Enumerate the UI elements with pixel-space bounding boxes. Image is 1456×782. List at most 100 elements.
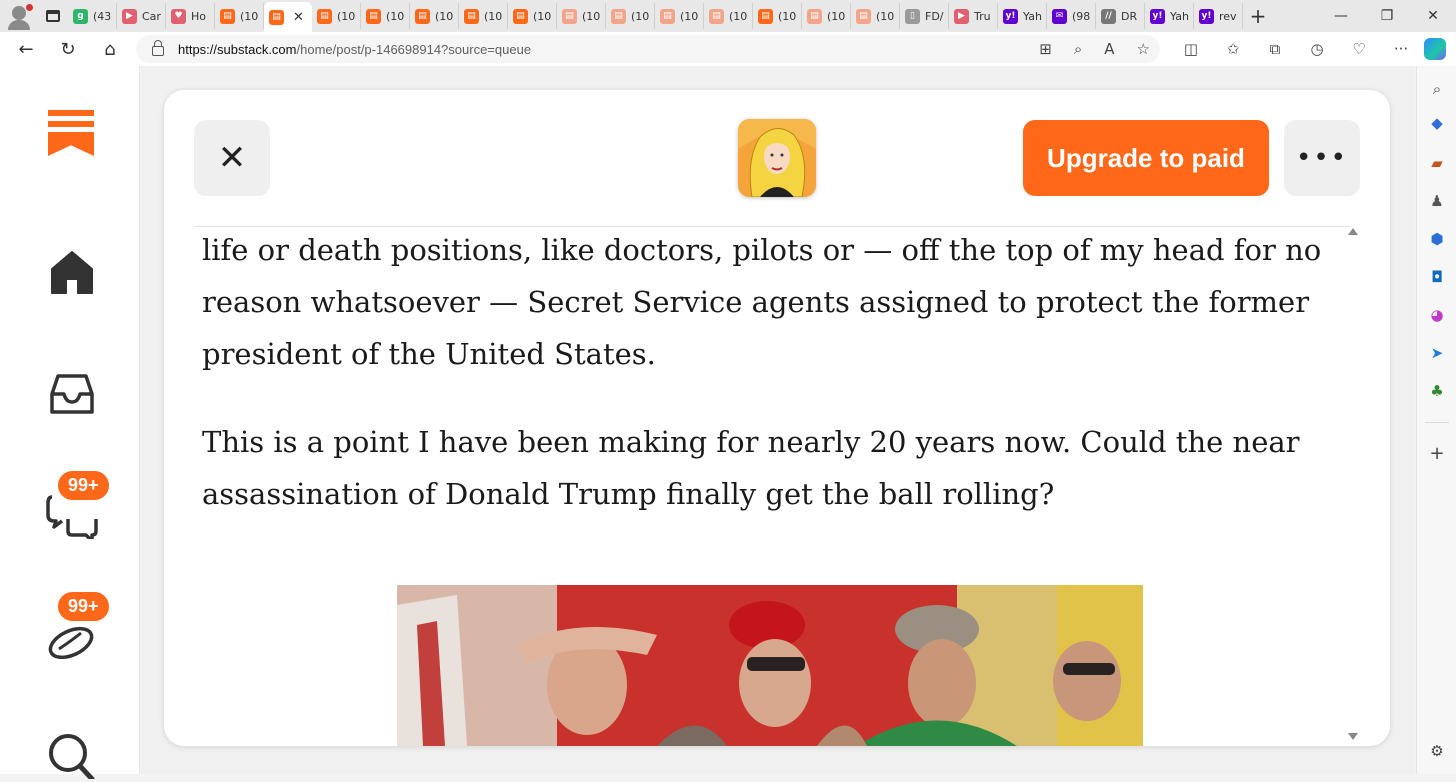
tab-favicon-icon: g — [73, 8, 88, 24]
browser-tab[interactable]: ▤ (10 — [459, 3, 508, 29]
tab-favicon-icon: // — [1101, 8, 1116, 24]
browser-tab[interactable]: ▤ ✕ — [264, 2, 312, 32]
close-window-button[interactable]: ✕ — [1410, 0, 1456, 32]
tab-label: (10 — [582, 9, 601, 23]
substack-logo-icon[interactable] — [48, 110, 94, 156]
home-icon[interactable] — [44, 244, 100, 300]
minimize-button[interactable]: — — [1318, 0, 1364, 32]
tab-label: Yah — [1023, 9, 1042, 23]
back-button[interactable]: ← — [5, 32, 47, 66]
activity-badge: 99+ — [56, 590, 111, 623]
browser-tab[interactable]: ▤ (10 — [215, 3, 264, 29]
tab-favicon-icon: ▯ — [905, 8, 920, 24]
tab-favicon-icon: ▤ — [366, 8, 381, 24]
publication-avatar[interactable] — [738, 119, 816, 197]
tab-label: (10 — [533, 9, 552, 23]
collections-icon[interactable]: ⧉ — [1254, 40, 1296, 58]
url-text[interactable]: https://substack.com/home/post/p-1466989… — [178, 42, 531, 57]
lock-icon[interactable] — [152, 40, 164, 56]
send-icon[interactable]: ➤ — [1428, 344, 1446, 362]
browser-tab[interactable]: ▤ (10 — [410, 3, 459, 29]
browser-tab[interactable]: y! Yah — [998, 3, 1047, 29]
sidebar-divider — [1425, 422, 1449, 423]
browser-tab[interactable]: ▤ (10 — [851, 3, 900, 29]
address-bar[interactable]: https://substack.com/home/post/p-1466989… — [136, 35, 1160, 63]
tab-label: (10 — [240, 9, 259, 23]
browser-tab[interactable]: ▤ (10 — [508, 3, 557, 29]
tab-favicon-icon: ▤ — [709, 8, 724, 24]
app-available-icon[interactable]: ⊞ — [1039, 40, 1052, 58]
content-scrollbar[interactable] — [1348, 226, 1358, 746]
settings-more-icon[interactable]: ··· — [1380, 40, 1422, 58]
search-sidebar-icon[interactable]: ⌕ — [1428, 80, 1446, 98]
tab-favicon-icon: ✉ — [1052, 8, 1067, 24]
upgrade-to-paid-button[interactable]: Upgrade to paid — [1023, 120, 1269, 196]
sidebar-settings-icon[interactable]: ⚙ — [1428, 742, 1446, 760]
tab-favicon-icon: ▤ — [856, 8, 871, 24]
browser-tab[interactable]: // DR — [1096, 3, 1145, 29]
tab-actions-icon[interactable] — [38, 0, 68, 32]
tools-icon[interactable]: ▰ — [1428, 154, 1446, 172]
restore-button[interactable]: ❐ — [1364, 0, 1410, 32]
browser-tab[interactable]: y! rev — [1194, 3, 1243, 29]
browser-tab[interactable]: g (43 — [68, 3, 117, 29]
scroll-down-icon[interactable] — [1348, 733, 1358, 740]
tab-favicon-icon: ▶ — [122, 8, 137, 24]
favorites-icon[interactable]: ✩ — [1212, 40, 1254, 58]
chat-badge: 99+ — [56, 469, 111, 502]
browser-tab[interactable]: ▤ (10 — [802, 3, 851, 29]
more-options-button[interactable]: ••• — [1284, 120, 1360, 196]
edge-sidebar: ⌕ ◆ ▰ ♟ ⬢ ◘ ◕ ➤ ♣ + ⚙ — [1416, 66, 1456, 774]
tab-label: Tru — [974, 9, 991, 23]
tab-favicon-icon: ▤ — [562, 8, 577, 24]
browser-tab[interactable]: ▤ (10 — [753, 3, 802, 29]
refresh-button[interactable]: ↻ — [47, 32, 89, 66]
drop-icon[interactable]: ♣ — [1428, 382, 1446, 400]
browser-tab[interactable]: ♥ Ho — [166, 3, 215, 29]
tab-label: (43 — [93, 9, 112, 23]
browser-tab[interactable]: ✉ (98 — [1047, 3, 1096, 29]
favorite-star-icon[interactable]: ☆ — [1137, 40, 1150, 58]
home-button[interactable]: ⌂ — [89, 32, 131, 66]
browser-tab[interactable]: ▶ Car — [117, 3, 166, 29]
browser-tab[interactable]: ▤ (10 — [606, 3, 655, 29]
new-tab-button[interactable]: + — [1243, 4, 1273, 28]
article-image[interactable] — [397, 585, 1143, 746]
extensions-icon[interactable]: ♡ — [1338, 40, 1380, 58]
profile-icon[interactable] — [0, 0, 38, 32]
tab-label: FD/ — [925, 9, 944, 23]
zoom-icon[interactable]: ⌕ — [1074, 40, 1082, 58]
games-icon[interactable]: ♟ — [1428, 192, 1446, 210]
designer-icon[interactable]: ◕ — [1428, 306, 1446, 324]
browser-tab[interactable]: y! Yah — [1145, 3, 1194, 29]
shopping-icon[interactable]: ◆ — [1428, 114, 1446, 132]
browser-tab[interactable]: ▤ (10 — [704, 3, 753, 29]
article-paragraph: This is a point I have been making for n… — [202, 425, 1300, 511]
microsoft365-icon[interactable]: ⬢ — [1428, 230, 1446, 248]
add-sidebar-icon[interactable]: + — [1428, 443, 1446, 464]
tab-label: Ho — [191, 9, 207, 23]
outlook-icon[interactable]: ◘ — [1428, 268, 1446, 286]
tab-label: (98 — [1072, 9, 1091, 23]
split-screen-icon[interactable]: ◫ — [1170, 40, 1212, 58]
browser-tab[interactable]: ▤ (10 — [312, 3, 361, 29]
tab-favicon-icon: ▤ — [317, 8, 332, 24]
close-tab-icon[interactable]: ✕ — [293, 10, 304, 25]
tab-label: (10 — [435, 9, 454, 23]
history-icon[interactable]: ◷ — [1296, 40, 1338, 58]
tab-label: (10 — [631, 9, 650, 23]
browser-tab[interactable]: ▤ (10 — [557, 3, 606, 29]
copilot-icon[interactable] — [1424, 38, 1446, 60]
browser-tab[interactable]: ▯ FD/ — [900, 3, 949, 29]
browser-tab[interactable]: ▤ (10 — [361, 3, 410, 29]
browser-tab[interactable]: ▶ Tru — [949, 3, 998, 29]
tab-favicon-icon: ▤ — [660, 8, 675, 24]
tab-favicon-icon: ▶ — [954, 8, 969, 24]
close-post-button[interactable]: ✕ — [194, 120, 270, 196]
tab-favicon-icon: y! — [1150, 8, 1165, 24]
inbox-icon[interactable] — [44, 366, 100, 422]
scroll-up-icon[interactable] — [1348, 228, 1358, 235]
tab-label: (10 — [827, 9, 846, 23]
read-aloud-icon[interactable]: A — [1104, 40, 1114, 58]
browser-tab[interactable]: ▤ (10 — [655, 3, 704, 29]
